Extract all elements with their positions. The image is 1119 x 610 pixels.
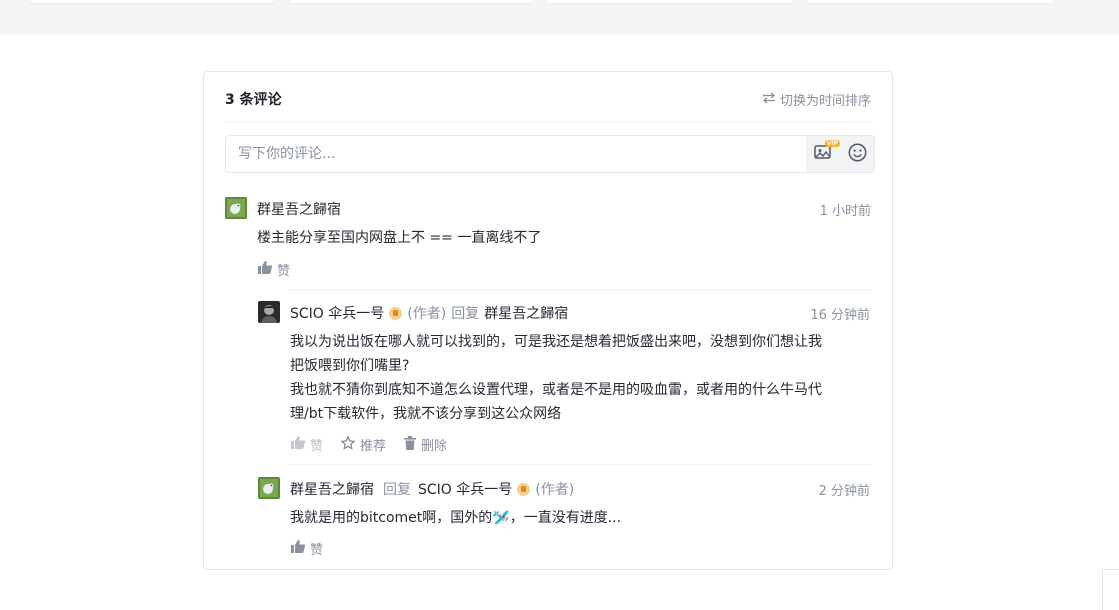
article-card[interactable] [290, 0, 531, 3]
recommend-button[interactable]: 推荐 [340, 434, 387, 454]
smiley-icon [848, 143, 867, 166]
author-tag: (作者) [407, 306, 447, 322]
reply-to-user[interactable]: 群星吾之歸宿 [484, 303, 568, 323]
avatar[interactable] [258, 301, 280, 323]
reply-item: 群星吾之歸宿 回复 SCIO 伞兵一号 (作者) 2 分钟前 我就是用的bitc… [258, 477, 870, 562]
editor-tools: VIP [806, 136, 874, 172]
avatar[interactable] [225, 197, 247, 219]
like-button[interactable]: 赞 [291, 539, 323, 558]
article-card[interactable] [30, 0, 274, 3]
reply-header: 群星吾之歸宿 回复 SCIO 伞兵一号 (作者) [290, 479, 574, 499]
like-button[interactable]: 赞 [291, 435, 323, 454]
like-label: 赞 [310, 439, 324, 454]
scroll-corner [1102, 569, 1119, 610]
divider [290, 464, 872, 465]
reply-word: 回复 [451, 306, 480, 322]
article-card[interactable] [808, 0, 1052, 3]
sort-toggle[interactable]: 切换为时间排序 [762, 90, 871, 109]
reply-content-line: 我也就不猜你到底知不道怎么设置代理，或者是不是用的吸血雷，或者用的什么牛马代 [290, 382, 822, 398]
author-tag: (作者) [535, 482, 575, 498]
swap-icon [762, 92, 776, 108]
thumbs-up-icon [258, 261, 273, 278]
delete-label: 删除 [421, 439, 448, 454]
comment-count: 3 条评论 [225, 92, 282, 108]
comment-input[interactable] [226, 136, 830, 172]
reply-time: 16 分钟前 [810, 308, 870, 323]
reply-content-line: 理/bt下载软件，我就不该分享到这公众网络 [290, 406, 562, 422]
vip-badge: VIP [824, 140, 840, 147]
level-badge-icon [517, 482, 531, 496]
reply-content: 我就是用的bitcomet啊，国外的🛩️，一直没有进度... [290, 510, 622, 526]
reply-time: 2 分钟前 [818, 484, 870, 499]
emoji-button[interactable] [847, 143, 867, 166]
image-upload-button[interactable]: VIP [813, 140, 840, 164]
like-label: 赞 [310, 543, 324, 558]
article-card[interactable] [548, 0, 792, 3]
reply-content-line: 把饭喂到你们嘴里? [290, 358, 410, 374]
reply-content: 我以为说出饭在哪人就可以找到的，可是我还是想着把饭盛出来吧，没想到你们想让我 把… [290, 330, 880, 426]
like-label: 赞 [277, 264, 291, 279]
reply-actions: 赞 [291, 539, 323, 558]
reply-username[interactable]: 群星吾之歸宿 [290, 479, 374, 499]
comment-editor: VIP [225, 135, 875, 173]
thumbs-up-icon [291, 540, 306, 557]
thumbs-up-icon [291, 436, 306, 453]
reply-content-line: 我以为说出饭在哪人就可以找到的，可是我还是想着把饭盛出来吧，没想到你们想让我 [290, 334, 822, 350]
comments-panel: 3 条评论 切换为时间排序 VIP [203, 71, 893, 570]
image-icon [814, 144, 832, 164]
reply-actions: 赞 推荐 删除 [291, 434, 447, 454]
top-band [0, 0, 1119, 35]
comment-username[interactable]: 群星吾之歸宿 [257, 199, 341, 219]
comment-time: 1 小时前 [819, 204, 871, 219]
comments-header: 3 条评论 切换为时间排序 [225, 72, 871, 123]
like-button[interactable]: 赞 [258, 260, 290, 279]
reply-to-user[interactable]: SCIO 伞兵一号 [418, 479, 512, 499]
sort-label: 切换为时间排序 [779, 94, 871, 109]
level-badge-icon [389, 306, 403, 320]
comment-item: 群星吾之歸宿 1 小时前 楼主能分享至国内网盘上不 == 一直离线不了 赞 [225, 197, 871, 287]
reply-header: SCIO 伞兵一号 (作者) 回复 群星吾之歸宿 [290, 303, 568, 323]
reply-word: 回复 [383, 482, 411, 498]
comment-actions: 赞 [258, 260, 290, 279]
delete-button[interactable]: 删除 [404, 435, 447, 454]
avatar[interactable] [258, 477, 280, 499]
reply-username[interactable]: SCIO 伞兵一号 [290, 303, 384, 323]
recommend-label: 推荐 [360, 439, 387, 454]
divider [290, 289, 872, 290]
recommend-star-icon [340, 434, 356, 454]
comment-content: 楼主能分享至国内网盘上不 == 一直离线不了 [257, 230, 542, 246]
trash-icon [404, 435, 417, 454]
